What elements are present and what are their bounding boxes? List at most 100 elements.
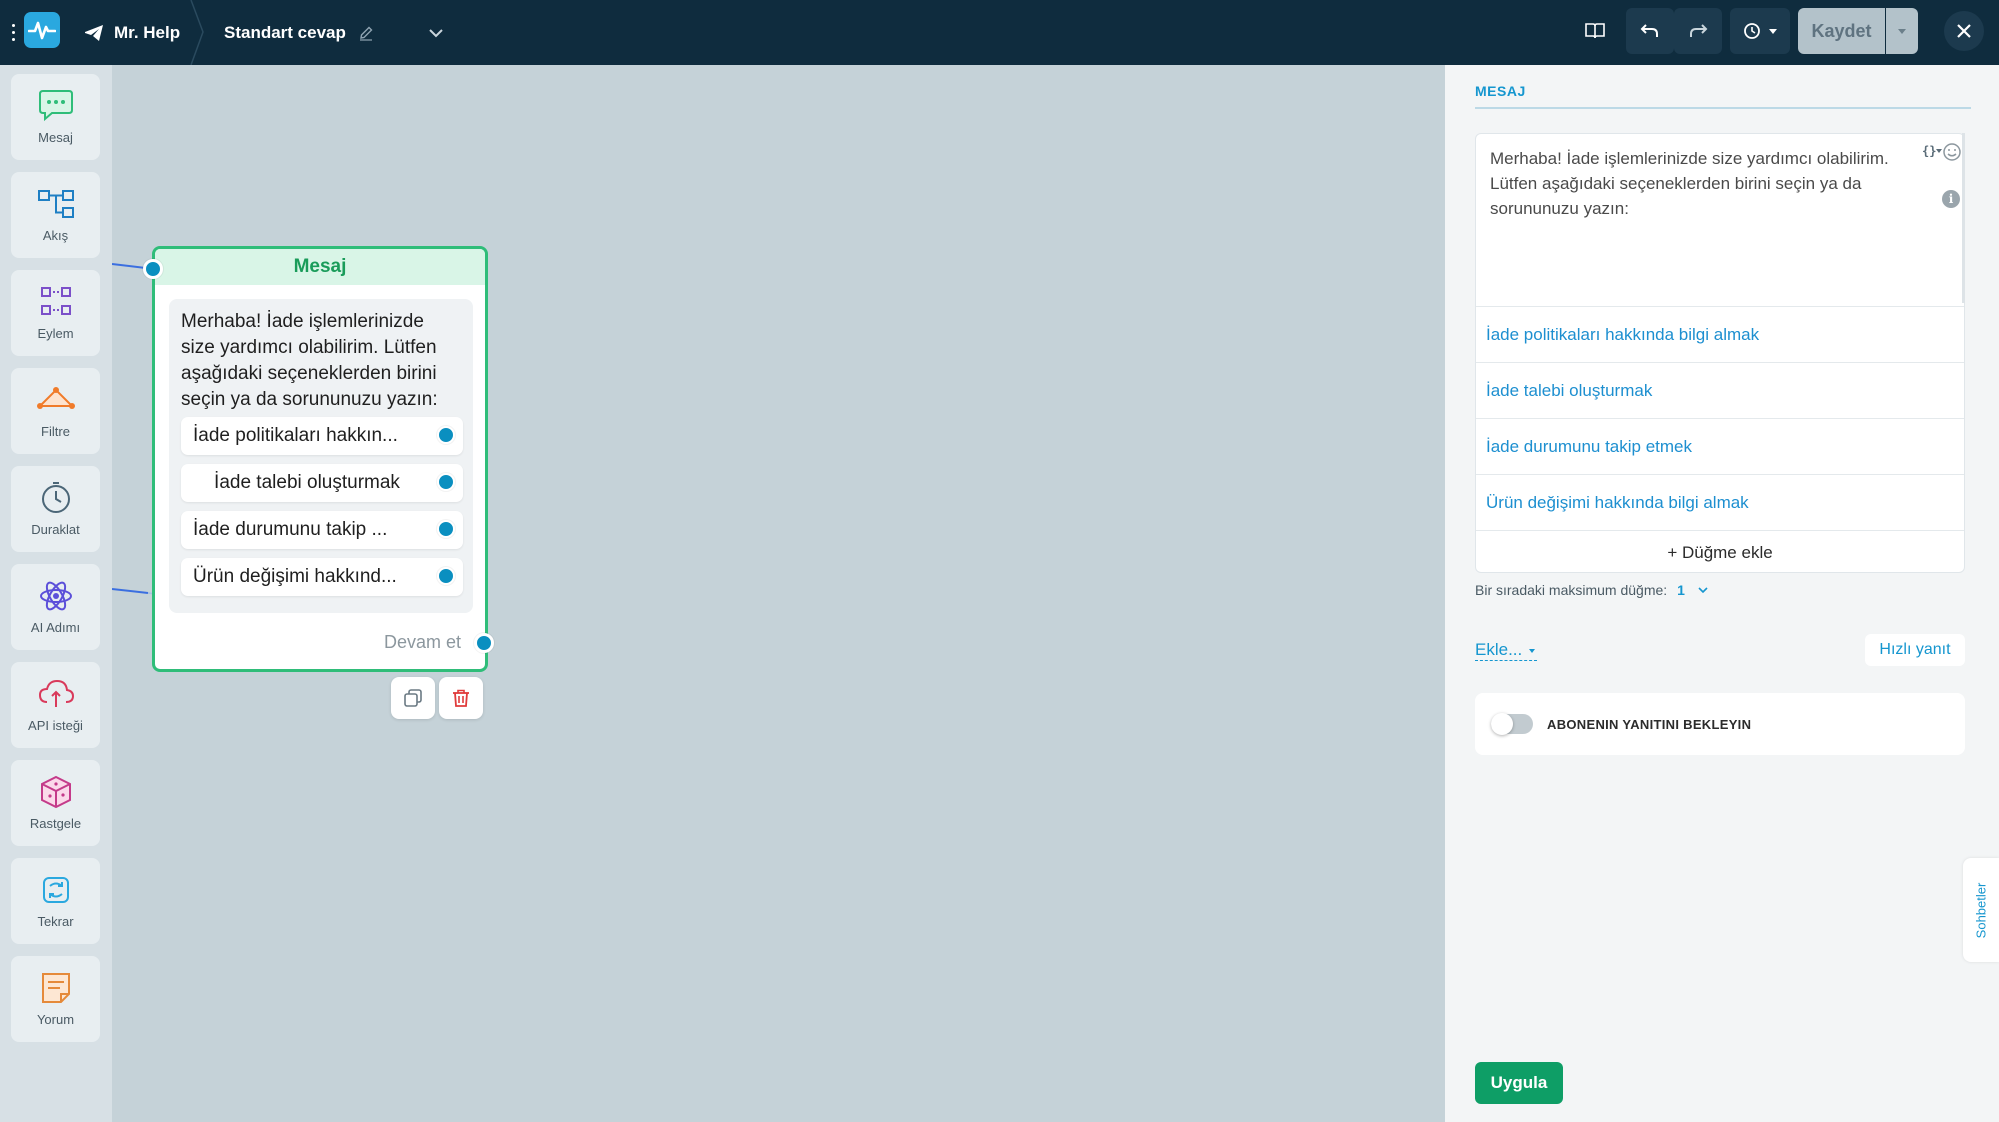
chevron-down-icon[interactable]: [426, 23, 446, 43]
edit-pencil-icon[interactable]: [358, 25, 374, 41]
tool-ai-adimi[interactable]: AI Adımı: [11, 564, 100, 650]
tool-label: API isteği: [28, 718, 83, 733]
continue-label: Devam et: [383, 632, 461, 652]
apply-button[interactable]: Uygula: [1475, 1062, 1563, 1104]
filter-icon: [36, 387, 75, 409]
chats-tab-label: Sohbetler: [1973, 882, 1989, 938]
top-bar: Mr. Help Standart cevap Kaydet: [0, 0, 1999, 66]
tool-api-istegi[interactable]: API isteği: [11, 662, 100, 748]
chats-side-tab[interactable]: Sohbetler: [1963, 858, 1999, 962]
max-buttons-row: Bir sıradaki maksimum düğme: 1: [1475, 582, 1709, 598]
save-button[interactable]: Kaydet: [1798, 8, 1885, 54]
emoji-icon[interactable]: [1942, 142, 1962, 162]
chevron-down-icon: [1698, 587, 1708, 594]
button-output-port[interactable]: [437, 473, 455, 491]
add-menu-label: Ekle...: [1475, 640, 1523, 659]
button-output-port[interactable]: [437, 567, 455, 585]
info-icon[interactable]: i: [1942, 190, 1960, 208]
quick-reply-button[interactable]: Hızlı yanıt: [1865, 634, 1965, 666]
close-button[interactable]: [1944, 11, 1984, 51]
action-icon: [40, 287, 71, 315]
note-icon: [41, 973, 70, 1003]
cube-icon: [40, 775, 71, 809]
max-buttons-label: Bir sıradaki maksimum düğme:: [1475, 582, 1668, 598]
delete-node-button[interactable]: [439, 677, 483, 719]
node-button[interactable]: İade durumunu takip ...: [181, 511, 463, 549]
max-buttons-select[interactable]: 1: [1677, 582, 1709, 598]
option-button-item[interactable]: İade politikaları hakkında bilgi almak: [1476, 306, 1964, 362]
tool-label: Akış: [42, 228, 69, 243]
save-options-button[interactable]: [1886, 8, 1918, 54]
message-editor: Merhaba! İade işlemlerinizde size yardım…: [1475, 133, 1965, 573]
message-scrollbar[interactable]: [1962, 133, 1965, 303]
undo-icon: [1640, 24, 1658, 37]
node-button[interactable]: İade talebi oluşturmak: [181, 464, 463, 502]
redo-icon: [1690, 24, 1708, 37]
tool-filtre[interactable]: Filtre: [11, 368, 100, 454]
button-output-port[interactable]: [437, 520, 455, 538]
node-button-label: İade politikaları hakkın...: [193, 425, 398, 446]
app-logo[interactable]: [24, 12, 60, 48]
flow-icon: [37, 190, 74, 218]
copy-icon: [404, 689, 422, 707]
book-icon: [1585, 23, 1605, 39]
tool-tekrar[interactable]: Tekrar: [11, 858, 100, 944]
book-button[interactable]: [1576, 8, 1614, 54]
tool-label: Yorum: [36, 1012, 75, 1027]
wait-reply-label: ABONENIN YANITINI BEKLEYIN: [1547, 716, 1752, 732]
redo-button[interactable]: [1674, 8, 1722, 54]
braces-icon: {}: [1922, 144, 1942, 158]
history-icon: [1744, 23, 1760, 39]
caret-down-icon: [1898, 29, 1906, 34]
tool-label: Mesaj: [38, 130, 73, 145]
node-input-port[interactable]: [143, 259, 163, 279]
wait-reply-toggle[interactable]: [1491, 713, 1533, 735]
tool-label: Eylem: [37, 326, 74, 341]
telegram-icon: [85, 24, 103, 41]
close-icon: [1957, 24, 1971, 38]
flow-name: Standart cevap: [224, 22, 346, 42]
option-button-item[interactable]: Ürün değişimi hakkında bilgi almak: [1476, 474, 1964, 530]
node-button[interactable]: İade politikaları hakkın...: [181, 417, 463, 455]
bot-name: Mr. Help: [114, 22, 181, 42]
tool-label: AI Adımı: [30, 620, 81, 635]
settings-panel: MESAJ Merhaba! İade işlemlerinizde size …: [1445, 65, 1999, 1122]
message-node[interactable]: Mesaj Merhaba! İade işlemlerinizde size …: [152, 246, 488, 672]
tool-mesaj[interactable]: Mesaj: [11, 74, 100, 160]
tool-label: Tekrar: [37, 914, 74, 929]
tool-yorum[interactable]: Yorum: [11, 956, 100, 1042]
button-output-port[interactable]: [437, 426, 455, 444]
caret-down-icon: [1528, 649, 1535, 653]
panel-title-underline: [1475, 107, 1971, 109]
undo-button[interactable]: [1626, 8, 1674, 54]
node-button-label: İade talebi oluşturmak: [214, 472, 400, 493]
add-menu-button[interactable]: Ekle...: [1475, 640, 1537, 661]
wait-reply-card: ABONENIN YANITINI BEKLEYIN: [1475, 693, 1965, 755]
add-button-button[interactable]: + Düğme ekle: [1476, 530, 1964, 574]
repeat-icon: [42, 877, 69, 903]
node-button-label: Ürün değişimi hakkınd...: [193, 566, 397, 587]
history-button[interactable]: [1730, 8, 1790, 54]
tool-label: Filtre: [41, 424, 70, 439]
svg-text:{}: {}: [1922, 144, 1936, 158]
node-button[interactable]: Ürün değişimi hakkınd...: [181, 558, 463, 596]
panel-title: MESAJ: [1475, 83, 1526, 99]
continue-output-port[interactable]: [474, 633, 494, 653]
duplicate-node-button[interactable]: [391, 677, 435, 719]
chat-bubble-icon: [38, 90, 73, 122]
block-toolbar: Mesaj Akış Eylem Filtre Duraklat AI Adım…: [0, 65, 112, 1122]
tool-rastgele[interactable]: Rastgele: [11, 760, 100, 846]
message-textarea[interactable]: Merhaba! İade işlemlerinizde size yardım…: [1490, 146, 1920, 221]
more-menu-icon[interactable]: [8, 18, 18, 46]
bot-selector[interactable]: Mr. Help: [84, 0, 180, 65]
node-message-body[interactable]: Merhaba! İade işlemlerinizde size yardım…: [169, 299, 473, 613]
variable-insert-button[interactable]: {}: [1922, 144, 1944, 161]
tool-eylem[interactable]: Eylem: [11, 270, 100, 356]
option-button-item[interactable]: İade durumunu takip etmek: [1476, 418, 1964, 474]
tool-duraklat[interactable]: Duraklat: [11, 466, 100, 552]
option-button-item[interactable]: İade talebi oluşturmak: [1476, 362, 1964, 418]
flow-title[interactable]: Standart cevap: [224, 0, 446, 65]
tool-akis[interactable]: Akış: [11, 172, 100, 258]
tool-label: Duraklat: [31, 522, 80, 537]
clock-icon: [41, 482, 70, 513]
